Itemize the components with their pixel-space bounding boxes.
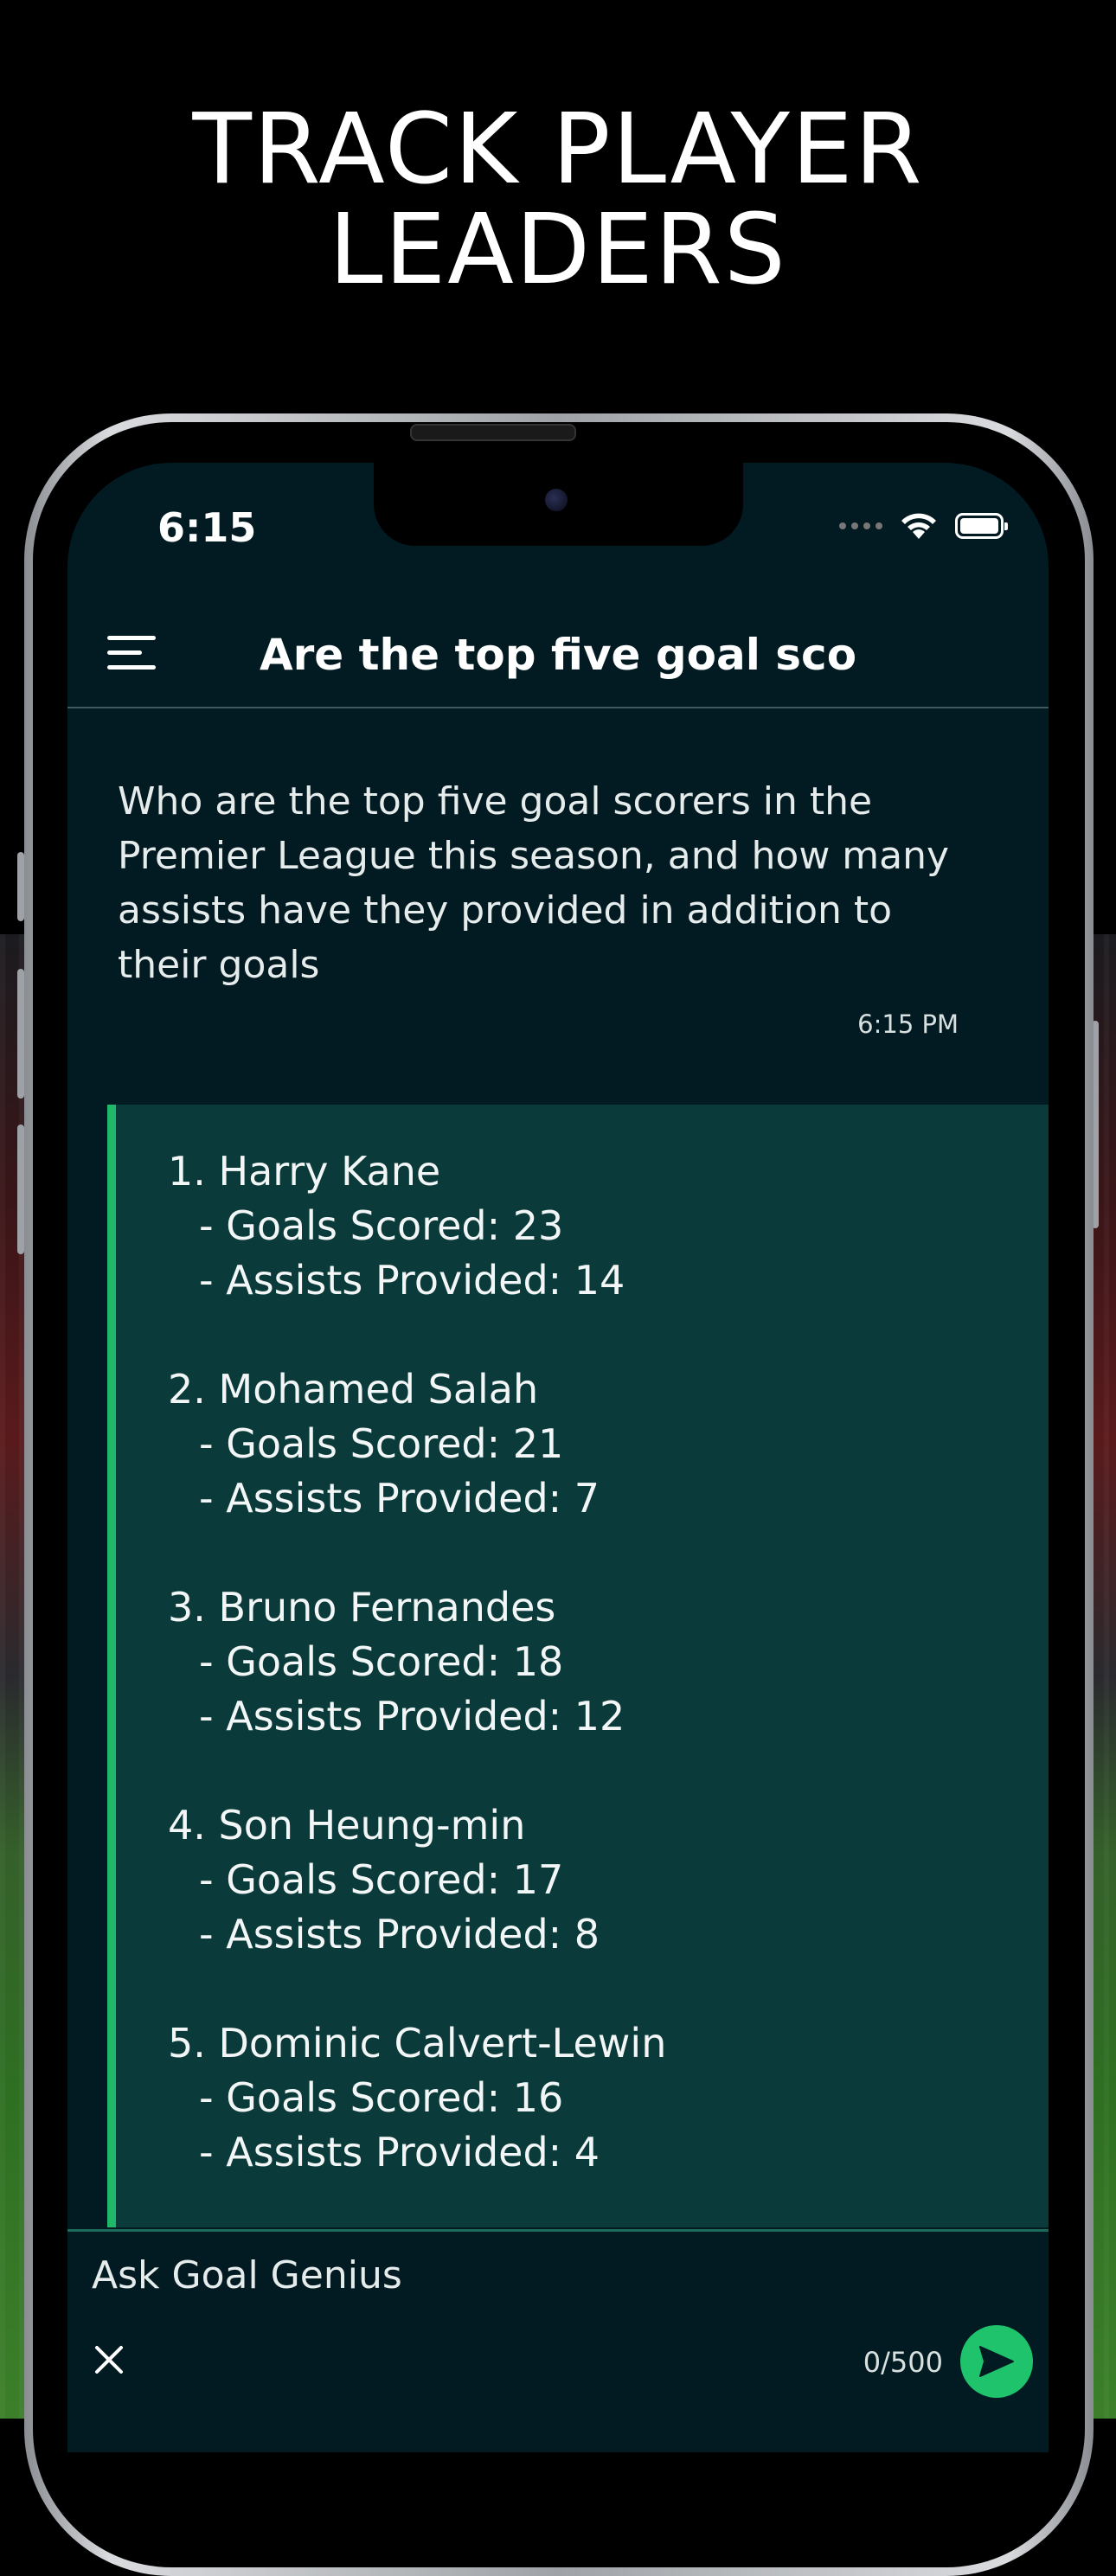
phone-volume-up	[17, 969, 24, 1099]
player-name: 4. Son Heung-min	[168, 1802, 526, 1849]
answer-list: 1. Harry Kane - Goals Scored: 23 - Assis…	[168, 1144, 666, 2234]
chat-header: Are the top five goal sco	[67, 601, 1049, 708]
goals-line: - Goals Scored: 18	[199, 1638, 564, 1685]
assistant-answer: 1. Harry Kane - Goals Scored: 23 - Assis…	[107, 1105, 1049, 2227]
list-item: 2. Mohamed Salah - Goals Scored: 21 - As…	[168, 1362, 666, 1526]
wifi-icon	[901, 513, 936, 539]
message-timestamp: 6:15 PM	[857, 1009, 959, 1039]
message-composer: 0/500	[67, 2229, 1049, 2452]
status-time: 6:15	[157, 504, 257, 551]
headline-line-1: TRACK PLAYER	[192, 93, 924, 206]
notch	[374, 463, 743, 546]
phone-side-button	[17, 852, 24, 921]
assists-line: - Assists Provided: 8	[199, 1911, 600, 1958]
goals-line: - Goals Scored: 16	[199, 2074, 564, 2121]
promo-headline: TRACK PLAYER LEADERS	[0, 99, 1116, 300]
signal-icon	[839, 522, 882, 529]
character-counter: 0/500	[863, 2346, 943, 2379]
phone-volume-down	[17, 1125, 24, 1254]
list-item: 4. Son Heung-min - Goals Scored: 17 - As…	[168, 1798, 666, 1962]
front-camera	[545, 489, 568, 511]
list-item: 3. Bruno Fernandes - Goals Scored: 18 - …	[168, 1580, 666, 1744]
player-name: 1. Harry Kane	[168, 1148, 441, 1195]
status-icons	[839, 511, 1008, 541]
chat-title: Are the top five goal sco	[259, 630, 857, 680]
assists-line: - Assists Provided: 14	[199, 1257, 625, 1304]
battery-icon	[955, 513, 1008, 539]
close-icon[interactable]	[92, 2342, 126, 2377]
menu-icon[interactable]	[107, 636, 156, 670]
assists-line: - Assists Provided: 7	[199, 1475, 600, 1522]
goals-line: - Goals Scored: 23	[199, 1202, 564, 1249]
assists-line: - Assists Provided: 4	[199, 2129, 600, 2176]
send-icon	[979, 2346, 1014, 2377]
goals-line: - Goals Scored: 17	[199, 1856, 564, 1903]
user-question: Who are the top five goal scorers in the…	[118, 779, 950, 987]
ask-input[interactable]	[90, 2244, 959, 2306]
assists-line: - Assists Provided: 12	[199, 1693, 625, 1740]
phone-screen: 6:15 Are the top five goal sco Who are t…	[67, 463, 1049, 2452]
player-name: 2. Mohamed Salah	[168, 1366, 539, 1413]
headline-line-2: LEADERS	[329, 194, 787, 306]
list-item: 1. Harry Kane - Goals Scored: 23 - Assis…	[168, 1144, 666, 1308]
player-name: 3. Bruno Fernandes	[168, 1584, 556, 1631]
send-button[interactable]	[960, 2325, 1033, 2398]
player-name: 5. Dominic Calvert-Lewin	[168, 2020, 667, 2067]
goals-line: - Goals Scored: 21	[199, 1420, 564, 1467]
list-item: 5. Dominic Calvert-Lewin - Goals Scored:…	[168, 2016, 666, 2180]
phone-speaker	[410, 424, 576, 441]
